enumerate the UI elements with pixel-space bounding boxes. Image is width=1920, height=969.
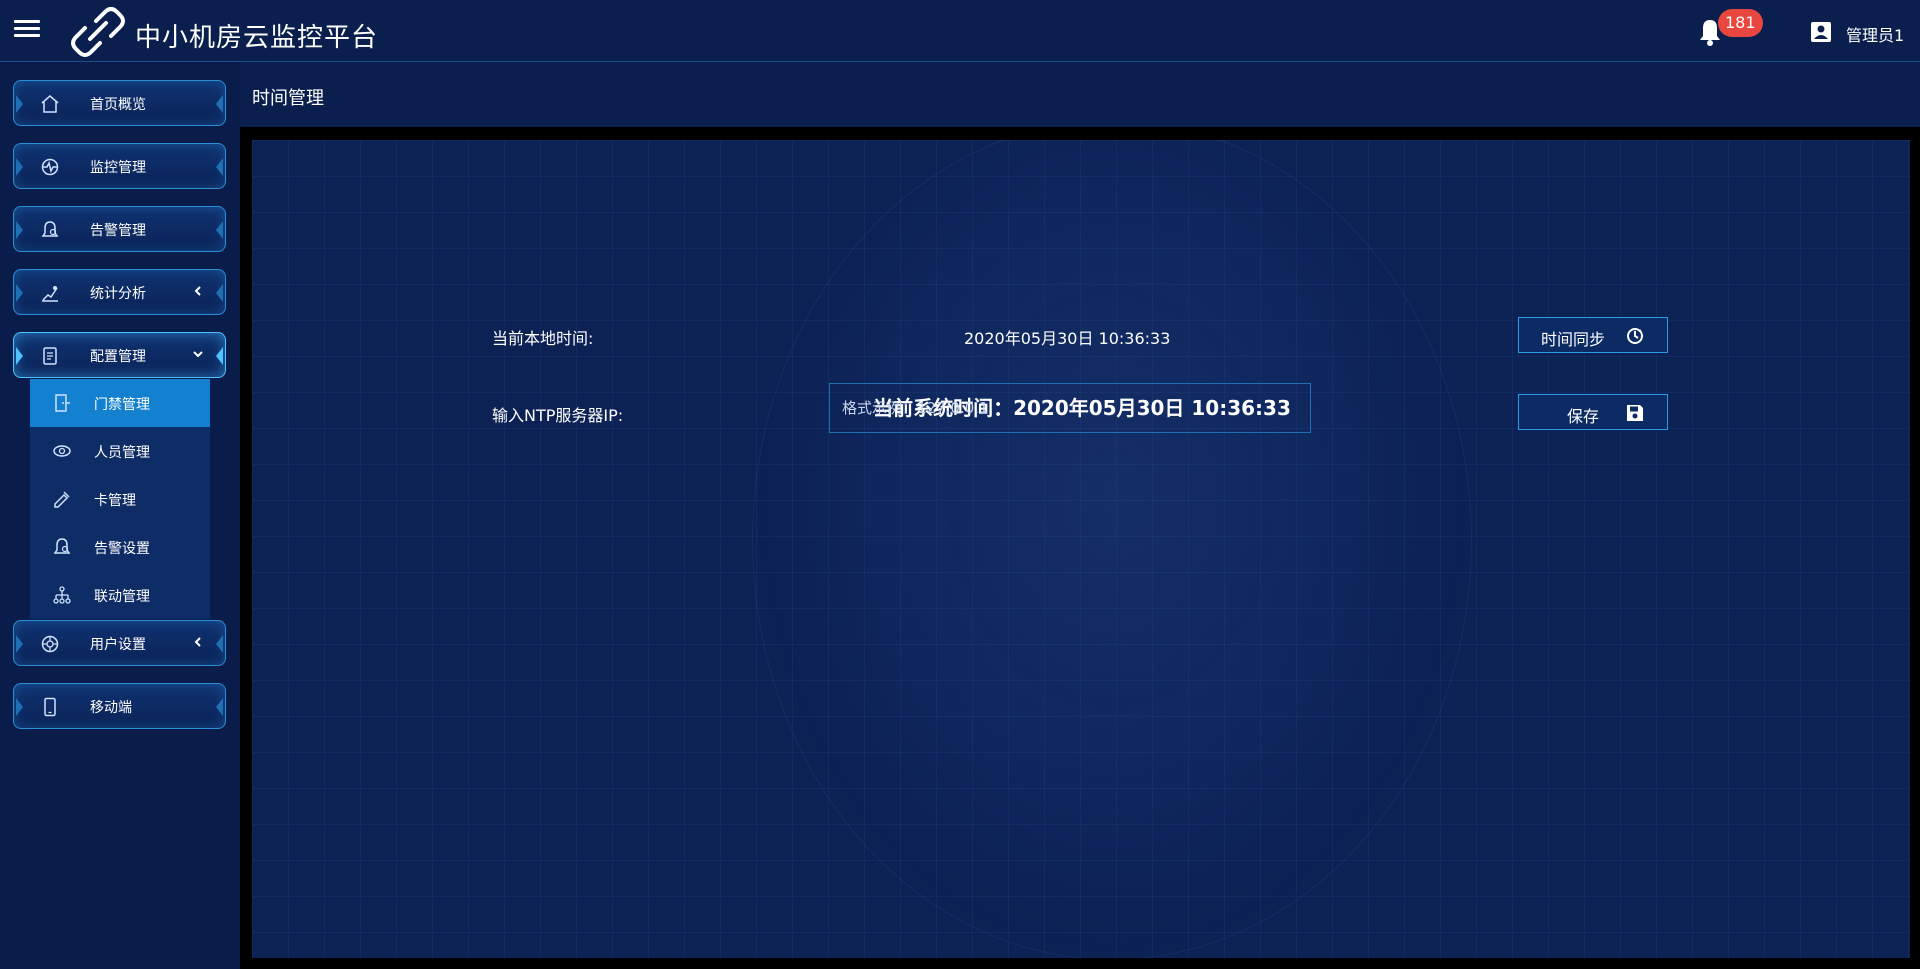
user-name[interactable]: 管理员1 [1846,22,1904,46]
chevron-left-icon [194,286,201,296]
save-button[interactable]: 保存 [1518,394,1668,430]
sidebar-item-label: 移动端 [90,700,132,716]
home-icon [41,95,59,113]
sidebar-item-label: 告警管理 [90,223,146,239]
mobile-icon [44,697,56,717]
globe-background-decoration [752,140,1472,958]
sidebar-item-label: 监控管理 [90,160,146,176]
sidebar-item-label: 用户设置 [90,637,146,653]
top-header: 中小机房云监控平台 181 管理员1 [0,0,1920,62]
submenu-item-card[interactable]: 卡管理 [30,475,210,523]
monitor-icon [41,158,59,176]
linkage-icon [53,586,71,604]
submenu-item-label: 卡管理 [94,493,136,509]
sidebar-item-home[interactable]: 首页概览 [13,80,226,126]
config-icon [43,347,57,365]
statistics-icon [42,286,58,302]
sidebar-item-alarm[interactable]: 告警管理 [13,206,226,252]
alarm-settings-icon [53,538,71,554]
sidebar-item-config[interactable]: 配置管理 [13,332,226,378]
page-title: 时间管理 [252,88,324,109]
time-settings-panel: 当前系统时间：2020年05月30日 10:36:33 当前本地时间: 2020… [252,140,1910,958]
sidebar-item-statistics[interactable]: 统计分析 [13,269,226,315]
page-title-bar [240,63,1920,127]
chevron-down-icon [193,351,203,358]
sidebar-item-label: 配置管理 [90,349,146,365]
sidebar-item-user-settings[interactable]: 用户设置 [13,620,226,666]
time-sync-button-label: 时间同步 [1541,330,1606,349]
time-sync-button[interactable]: 时间同步 [1518,317,1668,353]
submenu-item-label: 联动管理 [94,589,150,605]
chain-link-logo-icon [71,7,125,57]
submenu-item-label: 告警设置 [94,541,150,557]
alarm-icon [41,221,59,237]
user-settings-icon [41,635,59,653]
submenu-item-people[interactable]: 人员管理 [30,427,210,475]
door-icon [55,394,70,412]
submenu-item-alarm-settings[interactable]: 告警设置 [30,523,210,571]
app-title: 中小机房云监控平台 [135,23,379,53]
sidebar-item-mobile[interactable]: 移动端 [13,683,226,729]
submenu-item-label: 人员管理 [94,445,150,461]
people-icon [53,445,71,457]
sidebar-item-label: 首页概览 [90,97,146,113]
submenu-item-label: 门禁管理 [94,397,150,413]
config-submenu: 门禁管理 人员管理 卡管理 告警设置 联动管理 [30,379,210,619]
notification-count-badge: 181 [1718,9,1763,37]
local-time-value: 2020年05月30日 10:36:33 [964,329,1171,348]
ntp-server-label: 输入NTP服务器IP: [492,406,624,425]
card-icon [54,491,70,508]
user-account-icon[interactable] [1810,21,1832,43]
submenu-item-door-access[interactable]: 门禁管理 [30,379,210,427]
ntp-server-ip-input[interactable] [829,383,1311,433]
chevron-left-icon [194,637,201,647]
sidebar-item-label: 统计分析 [90,286,146,302]
local-time-label: 当前本地时间: [492,329,594,348]
sync-icon [1627,328,1643,344]
save-button-label: 保存 [1567,407,1600,426]
submenu-item-linkage[interactable]: 联动管理 [30,571,210,619]
hamburger-menu-icon[interactable] [14,20,40,40]
floppy-disk-save-icon [1627,405,1643,421]
sidebar: 首页概览 监控管理 告警管理 统计分析 配置管理 门禁管理 人员管理 卡管理 告… [0,63,240,969]
sidebar-item-monitor[interactable]: 监控管理 [13,143,226,189]
